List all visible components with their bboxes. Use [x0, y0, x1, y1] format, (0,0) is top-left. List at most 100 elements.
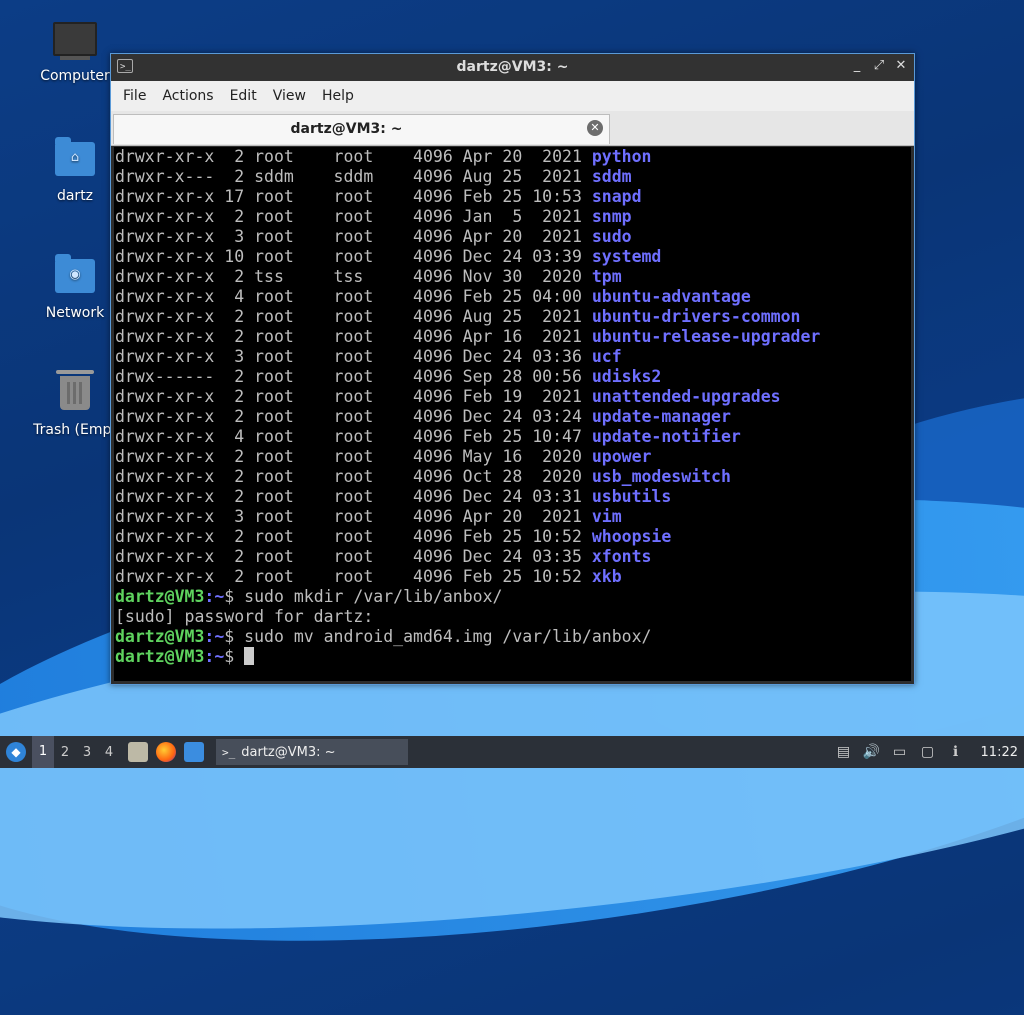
maximize-button[interactable]: ⤢: [872, 58, 886, 73]
ls-row: drwxr-xr-x 17 root root 4096 Feb 25 10:5…: [115, 187, 911, 207]
ls-row: drwxr-xr-x 2 root root 4096 Feb 19 2021 …: [115, 387, 911, 407]
directory-name: ubuntu-drivers-common: [591, 307, 801, 326]
tab-terminal[interactable]: dartz@VM3: ~ ✕: [113, 114, 610, 144]
terminal-icon: >_: [222, 745, 236, 759]
close-button[interactable]: ✕: [894, 58, 908, 73]
ls-row: drwxr-xr-x 2 tss tss 4096 Nov 30 2020 tp…: [115, 267, 911, 287]
prompt-line: dartz@VM3:~$ sudo mv android_amd64.img /…: [115, 627, 911, 647]
tab-bar: dartz@VM3: ~ ✕: [111, 111, 914, 146]
ls-entry-meta: drwxr-xr-x 2 root root 4096 Feb 19 2021: [115, 387, 592, 406]
directory-name: whoopsie: [591, 527, 672, 546]
directory-name: udisks2: [591, 367, 662, 386]
directory-name: xfonts: [591, 547, 652, 566]
menu-edit[interactable]: Edit: [222, 88, 265, 104]
updates-icon[interactable]: ℹ: [947, 744, 965, 760]
ls-entry-meta: drwxr-xr-x 2 root root 4096 Feb 25 10:52: [115, 567, 592, 586]
command-text: sudo mv android_amd64.img /var/lib/anbox…: [244, 627, 652, 646]
ls-row: drwxr-xr-x 2 root root 4096 Feb 25 10:52…: [115, 567, 911, 587]
ls-entry-meta: drwxr-xr-x 2 root root 4096 Dec 24 03:24: [115, 407, 592, 426]
file-manager-icon[interactable]: [128, 742, 148, 762]
menu-help[interactable]: Help: [314, 88, 362, 104]
computer-icon: [53, 22, 97, 62]
menubar: File Actions Edit View Help: [111, 81, 914, 111]
directory-name: xkb: [591, 567, 622, 586]
ls-entry-meta: drwxr-xr-x 2 root root 4096 May 16 2020: [115, 447, 592, 466]
ls-row: drwxr-xr-x 3 root root 4096 Dec 24 03:36…: [115, 347, 911, 367]
workspace-2[interactable]: 2: [54, 745, 76, 760]
directory-name: ubuntu-advantage: [591, 287, 751, 306]
command-text: sudo mkdir /var/lib/anbox/: [244, 587, 503, 606]
ls-row: drwxr-xr-x 2 root root 4096 May 16 2020 …: [115, 447, 911, 467]
terminal-output[interactable]: drwxr-xr-x 2 root root 4096 Apr 20 2021 …: [114, 147, 911, 681]
directory-name: tpm: [591, 267, 622, 286]
ls-row: drwxr-xr-x 3 root root 4096 Apr 20 2021 …: [115, 227, 911, 247]
directory-name: ucf: [591, 347, 622, 366]
prompt-path: :~: [204, 627, 225, 646]
firefox-icon[interactable]: [156, 742, 176, 762]
directory-name: python: [591, 147, 652, 166]
ls-row: drwxr-xr-x 4 root root 4096 Feb 25 04:00…: [115, 287, 911, 307]
directory-name: sudo: [591, 227, 632, 246]
ls-entry-meta: drwxr-xr-x 2 root root 4096 Jan 5 2021: [115, 207, 592, 226]
ls-row: drwxr-xr-x 2 root root 4096 Dec 24 03:31…: [115, 487, 911, 507]
taskbar-task-terminal[interactable]: >_ dartz@VM3: ~: [216, 739, 408, 765]
workspace-1[interactable]: 1: [32, 736, 54, 768]
prompt-path: :~: [204, 587, 225, 606]
ls-row: drwxr-xr-x 2 root root 4096 Oct 28 2020 …: [115, 467, 911, 487]
prompt-user: dartz@VM3: [115, 647, 205, 666]
menu-file[interactable]: File: [115, 88, 154, 104]
ls-entry-meta: drwx------ 2 root root 4096 Sep 28 00:56: [115, 367, 592, 386]
ls-entry-meta: drwxr-xr-x 2 root root 4096 Apr 20 2021: [115, 147, 592, 166]
home-folder-icon: ⌂: [53, 137, 97, 182]
ls-row: drwxr-xr-x 2 root root 4096 Dec 24 03:35…: [115, 547, 911, 567]
ls-row: drwxr-x--- 2 sddm sddm 4096 Aug 25 2021 …: [115, 167, 911, 187]
ls-entry-meta: drwxr-xr-x 4 root root 4096 Feb 25 10:47: [115, 427, 592, 446]
workspace-3[interactable]: 3: [76, 745, 98, 760]
show-desktop-icon[interactable]: [184, 742, 204, 762]
terminal-window: >_ dartz@VM3: ~ _ ⤢ ✕ File Actions Edit …: [110, 53, 915, 685]
ls-entry-meta: drwxr-x--- 2 sddm sddm 4096 Aug 25 2021: [115, 167, 592, 186]
ls-row: drwxr-xr-x 2 root root 4096 Jan 5 2021 s…: [115, 207, 911, 227]
ls-entry-meta: drwxr-xr-x 2 root root 4096 Dec 24 03:35: [115, 547, 592, 566]
ls-row: drwxr-xr-x 2 root root 4096 Aug 25 2021 …: [115, 307, 911, 327]
ls-entry-meta: drwxr-xr-x 3 root root 4096 Dec 24 03:36: [115, 347, 592, 366]
network-folder-icon: ◉: [53, 254, 97, 299]
directory-name: snapd: [591, 187, 642, 206]
ls-entry-meta: drwxr-xr-x 2 tss tss 4096 Nov 30 2020: [115, 267, 592, 286]
workspace-4[interactable]: 4: [98, 745, 120, 760]
ls-entry-meta: drwxr-xr-x 10 root root 4096 Dec 24 03:3…: [115, 247, 592, 266]
output-line: [sudo] password for dartz:: [115, 607, 911, 627]
directory-name: snmp: [591, 207, 632, 226]
directory-name: sddm: [591, 167, 632, 186]
ls-row: drwxr-xr-x 2 root root 4096 Apr 20 2021 …: [115, 147, 911, 167]
window-title: dartz@VM3: ~: [456, 59, 569, 75]
notes-icon[interactable]: ▢: [919, 744, 937, 760]
ls-entry-meta: drwxr-xr-x 2 root root 4096 Oct 28 2020: [115, 467, 592, 486]
system-tray: ▤ 🔊 ▭ ▢ ℹ 11:22: [835, 736, 1024, 768]
directory-name: unattended-upgrades: [591, 387, 781, 406]
ls-row: drwxr-xr-x 2 root root 4096 Apr 16 2021 …: [115, 327, 911, 347]
prompt-line: dartz@VM3:~$: [115, 647, 911, 667]
menu-view[interactable]: View: [265, 88, 314, 104]
menu-actions[interactable]: Actions: [154, 88, 221, 104]
taskbar: ◆ 1 2 3 4 >_ dartz@VM3: ~ ▤ 🔊 ▭ ▢ ℹ 11:2…: [0, 736, 1024, 768]
ls-row: drwxr-xr-x 4 root root 4096 Feb 25 10:47…: [115, 427, 911, 447]
ls-entry-meta: drwxr-xr-x 3 root root 4096 Apr 20 2021: [115, 227, 592, 246]
network-icon[interactable]: ▭: [891, 744, 909, 760]
prompt-path: :~: [204, 647, 225, 666]
prompt-symbol: $: [224, 627, 245, 646]
clock[interactable]: 11:22: [981, 745, 1018, 760]
directory-name: upower: [591, 447, 652, 466]
minimize-button[interactable]: _: [850, 58, 864, 73]
volume-icon[interactable]: 🔊: [863, 744, 881, 760]
prompt-user: dartz@VM3: [115, 627, 205, 646]
tab-close-icon[interactable]: ✕: [587, 120, 603, 136]
tab-label: dartz@VM3: ~: [290, 121, 403, 137]
clipboard-icon[interactable]: ▤: [835, 744, 853, 760]
output-text: [sudo] password for dartz:: [115, 607, 374, 626]
ls-entry-meta: drwxr-xr-x 17 root root 4096 Feb 25 10:5…: [115, 187, 592, 206]
directory-name: systemd: [591, 247, 662, 266]
start-menu-icon[interactable]: ◆: [6, 742, 26, 762]
window-titlebar[interactable]: >_ dartz@VM3: ~ _ ⤢ ✕: [111, 54, 914, 81]
ls-row: drwxr-xr-x 2 root root 4096 Feb 25 10:52…: [115, 527, 911, 547]
